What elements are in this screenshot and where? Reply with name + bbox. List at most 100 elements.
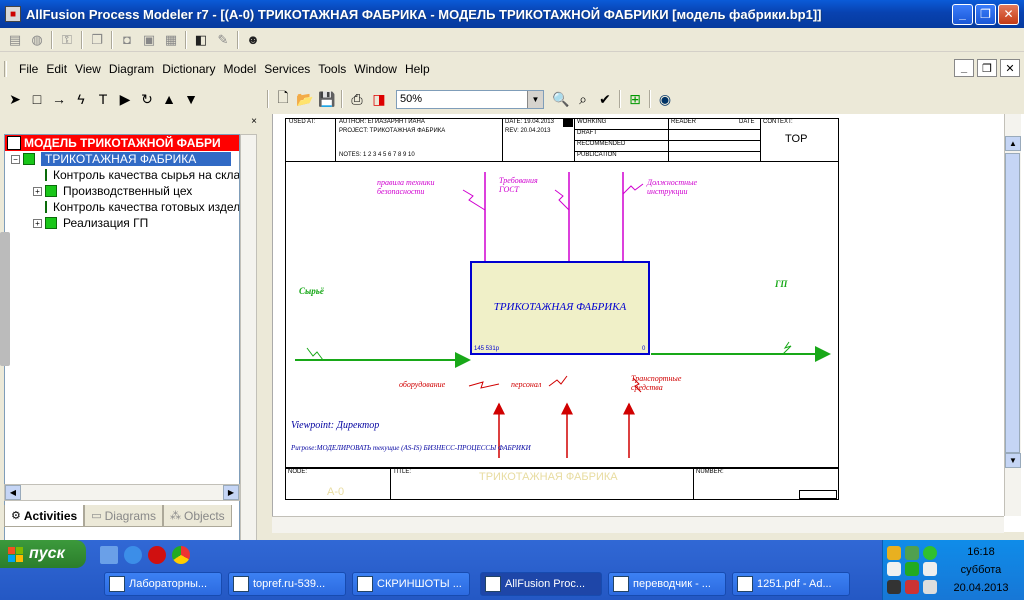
tree-item-top[interactable]: − ТРИКОТАЖНАЯ ФАБРИКА xyxy=(5,151,239,167)
zoom-select[interactable]: 50% ▼ xyxy=(396,89,544,109)
diagram-vertical-scrollbar[interactable]: ▲ ▼ xyxy=(1004,114,1021,516)
menu-help[interactable]: Help xyxy=(401,62,434,76)
scroll-down-icon[interactable]: ▼ xyxy=(1005,453,1021,468)
task-button[interactable]: 1251.pdf - Ad... xyxy=(732,572,850,596)
minimize-button[interactable]: _ xyxy=(952,3,973,25)
maximize-button[interactable]: ❐ xyxy=(975,3,996,25)
lock-icon[interactable]: ⚿ xyxy=(56,30,78,50)
scroll-left-icon[interactable]: ◀ xyxy=(5,485,21,500)
activity-box[interactable]: ТРИКОТАЖНАЯ ФАБРИКА 145 531р 0 xyxy=(470,261,650,355)
scroll-thumb[interactable] xyxy=(1005,153,1020,453)
spell-check-icon[interactable]: ✔ xyxy=(594,89,616,109)
rotate-icon[interactable]: ↻ xyxy=(136,89,158,109)
close-button[interactable]: ✕ xyxy=(998,3,1019,25)
tree-item[interactable]: Контроль качества сырья на скла xyxy=(5,167,239,183)
mdi-close-button[interactable]: ✕ xyxy=(1000,59,1020,77)
tray-app-icon[interactable] xyxy=(887,562,901,576)
go-up-icon[interactable]: ▲ xyxy=(158,89,180,109)
expand-icon[interactable]: + xyxy=(33,186,42,196)
show-desktop-icon[interactable] xyxy=(100,546,118,564)
tab-objects[interactable]: ⁂ Objects xyxy=(163,505,232,527)
go-down-icon[interactable]: ▼ xyxy=(180,89,202,109)
copy-icon[interactable]: ❐ xyxy=(86,30,108,50)
text-tool-icon[interactable]: T xyxy=(92,89,114,109)
tree-item-label: Контроль качества сырья на скла xyxy=(53,168,240,182)
volume-icon[interactable] xyxy=(923,580,937,594)
menu-window[interactable]: Window xyxy=(350,62,401,76)
mdi-minimize-button[interactable]: _ xyxy=(954,59,974,77)
task-button[interactable]: переводчик - ... xyxy=(608,572,726,596)
toolbar-separator xyxy=(237,30,239,49)
ie-icon[interactable] xyxy=(124,546,142,564)
tree-vertical-scrollbar[interactable] xyxy=(240,134,257,596)
scroll-up-icon[interactable]: ▲ xyxy=(1005,136,1021,151)
task-button[interactable]: topref.ru-539... xyxy=(228,572,346,596)
task-button[interactable]: Лабораторны... xyxy=(104,572,222,596)
tree-item[interactable]: + Реализация ГП xyxy=(5,215,239,231)
menu-edit[interactable]: Edit xyxy=(42,62,71,76)
squiggle-tool-icon[interactable]: ϟ xyxy=(70,89,92,109)
task-button[interactable]: СКРИНШОТЫ ... xyxy=(352,572,470,596)
tray-app-icon[interactable] xyxy=(887,546,901,560)
save-icon[interactable]: 💾 xyxy=(316,89,338,109)
open-icon[interactable]: 📂 xyxy=(294,89,316,109)
tray-app-icon[interactable] xyxy=(923,546,937,560)
tree-item[interactable]: Контроль качества готовых издел xyxy=(5,199,239,215)
activities-icon: ⚙ xyxy=(11,510,21,522)
grid-icon[interactable]: ▦ xyxy=(160,30,182,50)
date-label: DATE: 19.04.2013 xyxy=(505,119,554,125)
zoom-in-icon[interactable]: 🔍 xyxy=(550,89,572,109)
clip-icon[interactable]: ▤ xyxy=(4,30,26,50)
tray-app-icon[interactable] xyxy=(905,580,919,594)
project-label: PROJECT: ТРИКОТАЖНАЯ ФАБРИКА xyxy=(339,128,446,134)
scroll-right-icon[interactable]: ▶ xyxy=(223,485,239,500)
footer-divider xyxy=(390,468,391,500)
menu-services[interactable]: Services xyxy=(260,62,314,76)
tab-activities[interactable]: ⚙ Activities xyxy=(4,505,85,527)
tree-icon[interactable]: ⊞ xyxy=(624,89,646,109)
close-icon[interactable]: × xyxy=(248,116,260,128)
box-tool-icon[interactable]: □ xyxy=(26,89,48,109)
tray-app-icon[interactable] xyxy=(923,562,937,576)
tray-app-icon[interactable] xyxy=(905,546,919,560)
print-icon[interactable]: ⎙ xyxy=(346,89,368,109)
start-button[interactable]: пуск xyxy=(0,540,86,568)
explorer-splitter-handle[interactable] xyxy=(0,232,10,366)
people-icon[interactable]: ☻ xyxy=(242,30,264,50)
tree-item[interactable]: + Производственный цех xyxy=(5,183,239,199)
arrow-tool-icon[interactable]: → xyxy=(48,89,70,109)
tree-root[interactable]: МОДЕЛЬ ТРИКОТАЖНОЙ ФАБРИ xyxy=(5,135,239,151)
tree-horizontal-scrollbar[interactable]: ◀ ▶ xyxy=(4,484,240,501)
tray-app-icon[interactable] xyxy=(887,580,901,594)
opera-icon[interactable] xyxy=(148,546,166,564)
zoom-fit-icon[interactable]: ⌕ xyxy=(572,89,594,109)
menu-diagram[interactable]: Diagram xyxy=(105,62,158,76)
expand-icon[interactable]: + xyxy=(33,218,42,228)
chrome-icon[interactable] xyxy=(172,546,190,564)
tree-item-label: Контроль качества готовых издел xyxy=(53,200,240,214)
menu-file[interactable]: File xyxy=(15,62,42,76)
tools-icon[interactable]: ✎ xyxy=(212,30,234,50)
footer-small-box xyxy=(799,490,837,499)
mdi-restore-button[interactable]: ❐ xyxy=(977,59,997,77)
globe-icon[interactable]: ◉ xyxy=(654,89,676,109)
menu-dictionary[interactable]: Dictionary xyxy=(158,62,219,76)
menu-model[interactable]: Model xyxy=(220,62,261,76)
model-icon[interactable]: ▣ xyxy=(138,30,160,50)
tab-diagrams[interactable]: ▭ Diagrams xyxy=(84,505,163,527)
color-icon[interactable]: ◨ xyxy=(368,89,390,109)
new-icon[interactable]: 🗋 xyxy=(272,89,294,109)
drill-down-icon[interactable]: ▶ xyxy=(114,89,136,109)
diagram-canvas[interactable]: USED AT: AUTHOR: ЕГИАЗАРЯН ГИАНА PROJECT… xyxy=(272,114,1024,532)
tray-app-icon[interactable] xyxy=(905,562,919,576)
undo-icon[interactable]: ◍ xyxy=(26,30,48,50)
diagram-horizontal-scrollbar[interactable] xyxy=(272,516,1004,533)
group-icon[interactable]: ◘ xyxy=(116,30,138,50)
shapes-icon[interactable]: ◧ xyxy=(190,30,212,50)
pointer-icon[interactable]: ➤ xyxy=(4,89,26,109)
menu-view[interactable]: View xyxy=(71,62,105,76)
menu-tools[interactable]: Tools xyxy=(314,62,350,76)
collapse-icon[interactable]: − xyxy=(11,154,20,164)
task-button-active[interactable]: AllFusion Proc... xyxy=(480,572,602,596)
chevron-down-icon[interactable]: ▼ xyxy=(527,90,543,108)
